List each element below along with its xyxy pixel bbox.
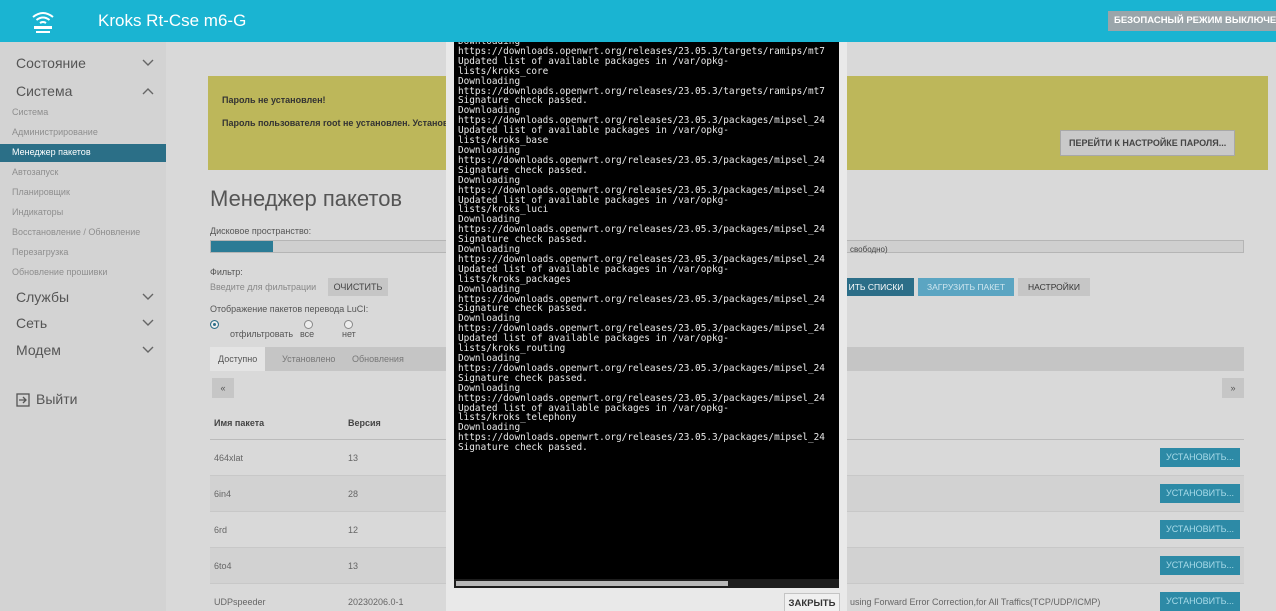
sidebar-item-label: Планировщик [12, 187, 70, 197]
package-description: using Forward Error Correction,for All T… [850, 597, 1101, 607]
go-to-password-button[interactable]: ПЕРЕЙТИ К НАСТРОЙКЕ ПАРОЛЯ... [1060, 130, 1236, 156]
sidebar-group-network[interactable]: Сеть [0, 312, 166, 336]
sidebar-group-status[interactable]: Состояние [0, 52, 166, 76]
sidebar-item-firmware-update[interactable]: Обновление прошивки [0, 264, 166, 282]
configuration-button[interactable]: НАСТРОЙКИ [1018, 278, 1090, 296]
radio-label: отфильтровать [230, 329, 294, 339]
radio-unchecked-icon [344, 320, 353, 329]
app-title: Kroks Rt-Cse m6-G [98, 11, 247, 30]
sidebar-item-administration[interactable]: Администрирование [0, 124, 166, 142]
wifi-router-logo-icon[interactable] [30, 8, 56, 34]
sidebar-item-label: Восстановление / Обновление [12, 227, 141, 237]
console-log-text: Downloading https://downloads.openwrt.or… [458, 42, 825, 454]
sidebar-item-system[interactable]: Система [0, 104, 166, 122]
chevron-down-icon [142, 346, 154, 353]
radio-checked-icon [210, 320, 219, 329]
prev-page-button[interactable]: « [212, 378, 234, 398]
safe-mode-badge: БЕЗОПАСНЫЙ РЕЖИМ ВЫКЛЮЧЕН [1108, 11, 1276, 31]
install-button[interactable]: УСТАНОВИТЬ... [1160, 592, 1240, 611]
horizontal-scrollbar[interactable] [454, 579, 839, 588]
sidebar-group-services[interactable]: Службы [0, 286, 166, 310]
logout-icon [16, 393, 30, 407]
luci-translation-label: Отображение пакетов перевода LuCI: [210, 304, 369, 314]
package-version: 12 [348, 525, 359, 535]
chevron-down-icon [142, 319, 154, 326]
sidebar-item-label: Менеджер пакетов [12, 147, 91, 157]
close-button[interactable]: ЗАКРЫТЬ [784, 593, 840, 611]
package-version: 13 [348, 561, 359, 571]
tab-updates[interactable]: Обновления [344, 347, 412, 371]
radio-label: все [300, 329, 315, 339]
install-button[interactable]: УСТАНОВИТЬ... [1160, 484, 1240, 503]
page-title: Менеджер пакетов [210, 186, 403, 211]
sidebar: Состояние Система Система Администрирова… [0, 42, 166, 611]
clear-filter-button[interactable]: ОЧИСТИТЬ [328, 278, 388, 296]
logout-label: Выйти [36, 391, 78, 407]
sidebar-item-label: Индикаторы [12, 207, 64, 217]
chevron-up-icon [142, 88, 154, 95]
chevron-down-icon [142, 59, 154, 66]
warning-text: Пароль пользователя root не установлен. … [222, 118, 449, 128]
next-page-button[interactable]: » [1222, 378, 1244, 398]
sidebar-group-modem[interactable]: Модем [0, 339, 166, 363]
upload-package-button[interactable]: ЗАГРУЗИТЬ ПАКЕТ [918, 278, 1014, 296]
sidebar-group-label: Состояние [16, 55, 86, 71]
package-name: 6in4 [214, 489, 232, 499]
sidebar-group-label: Система [16, 83, 73, 99]
package-version: 28 [348, 489, 359, 499]
tab-available[interactable]: Доступно [210, 347, 266, 371]
scrollbar-thumb[interactable] [456, 581, 728, 586]
sidebar-item-label: Система [12, 107, 49, 117]
sidebar-item-indicators[interactable]: Индикаторы [0, 204, 166, 222]
sidebar-item-autostart[interactable]: Автозапуск [0, 164, 166, 182]
sidebar-group-system[interactable]: Система [0, 80, 166, 104]
chevron-down-icon [142, 293, 154, 300]
column-name-header: Имя пакета [214, 418, 265, 428]
sidebar-item-reboot[interactable]: Перезагрузка [0, 244, 166, 262]
install-button[interactable]: УСТАНОВИТЬ... [1160, 520, 1240, 539]
sidebar-item-label: Администрирование [12, 127, 98, 137]
package-version: 20230206.0-1 [348, 597, 404, 607]
package-name: 464xlat [214, 453, 244, 463]
sidebar-item-backup-restore[interactable]: Восстановление / Обновление [0, 224, 166, 242]
column-version-header: Версия [348, 418, 381, 428]
package-version: 13 [348, 453, 359, 463]
sidebar-item-scheduler[interactable]: Планировщик [0, 184, 166, 202]
sidebar-item-package-manager[interactable]: Менеджер пакетов [0, 144, 166, 162]
radio-label: нет [342, 329, 356, 339]
sidebar-group-label: Модем [16, 342, 61, 358]
radio-unchecked-icon [304, 320, 313, 329]
disk-free-text: свободно) [850, 245, 888, 254]
update-lists-modal: Downloading https://downloads.openwrt.or… [446, 42, 847, 611]
tab-installed[interactable]: Установлено [274, 347, 343, 371]
disk-space-label: Дисковое пространство: [210, 226, 312, 236]
sidebar-item-label: Перезагрузка [12, 247, 69, 257]
sidebar-item-label: Автозапуск [12, 167, 59, 177]
package-name: UDPspeeder [214, 597, 266, 607]
sidebar-group-label: Службы [16, 289, 70, 305]
console-output[interactable]: Downloading https://downloads.openwrt.or… [454, 42, 839, 588]
filter-input[interactable]: Введите для фильтрации [210, 279, 326, 295]
install-button[interactable]: УСТАНОВИТЬ... [1160, 448, 1240, 467]
top-bar: Kroks Rt-Cse m6-G БЕЗОПАСНЫЙ РЕЖИМ ВЫКЛЮ… [0, 0, 1276, 42]
disk-space-fill [211, 241, 273, 252]
package-name: 6to4 [214, 561, 232, 571]
sidebar-item-label: Обновление прошивки [12, 267, 108, 277]
warning-title: Пароль не установлен! [222, 95, 326, 105]
filter-label: Фильтр: [210, 267, 243, 277]
package-name: 6rd [214, 525, 228, 535]
sidebar-group-label: Сеть [16, 315, 48, 331]
install-button[interactable]: УСТАНОВИТЬ... [1160, 556, 1240, 575]
update-lists-button[interactable]: ИТЬ СПИСКИ [838, 278, 914, 296]
